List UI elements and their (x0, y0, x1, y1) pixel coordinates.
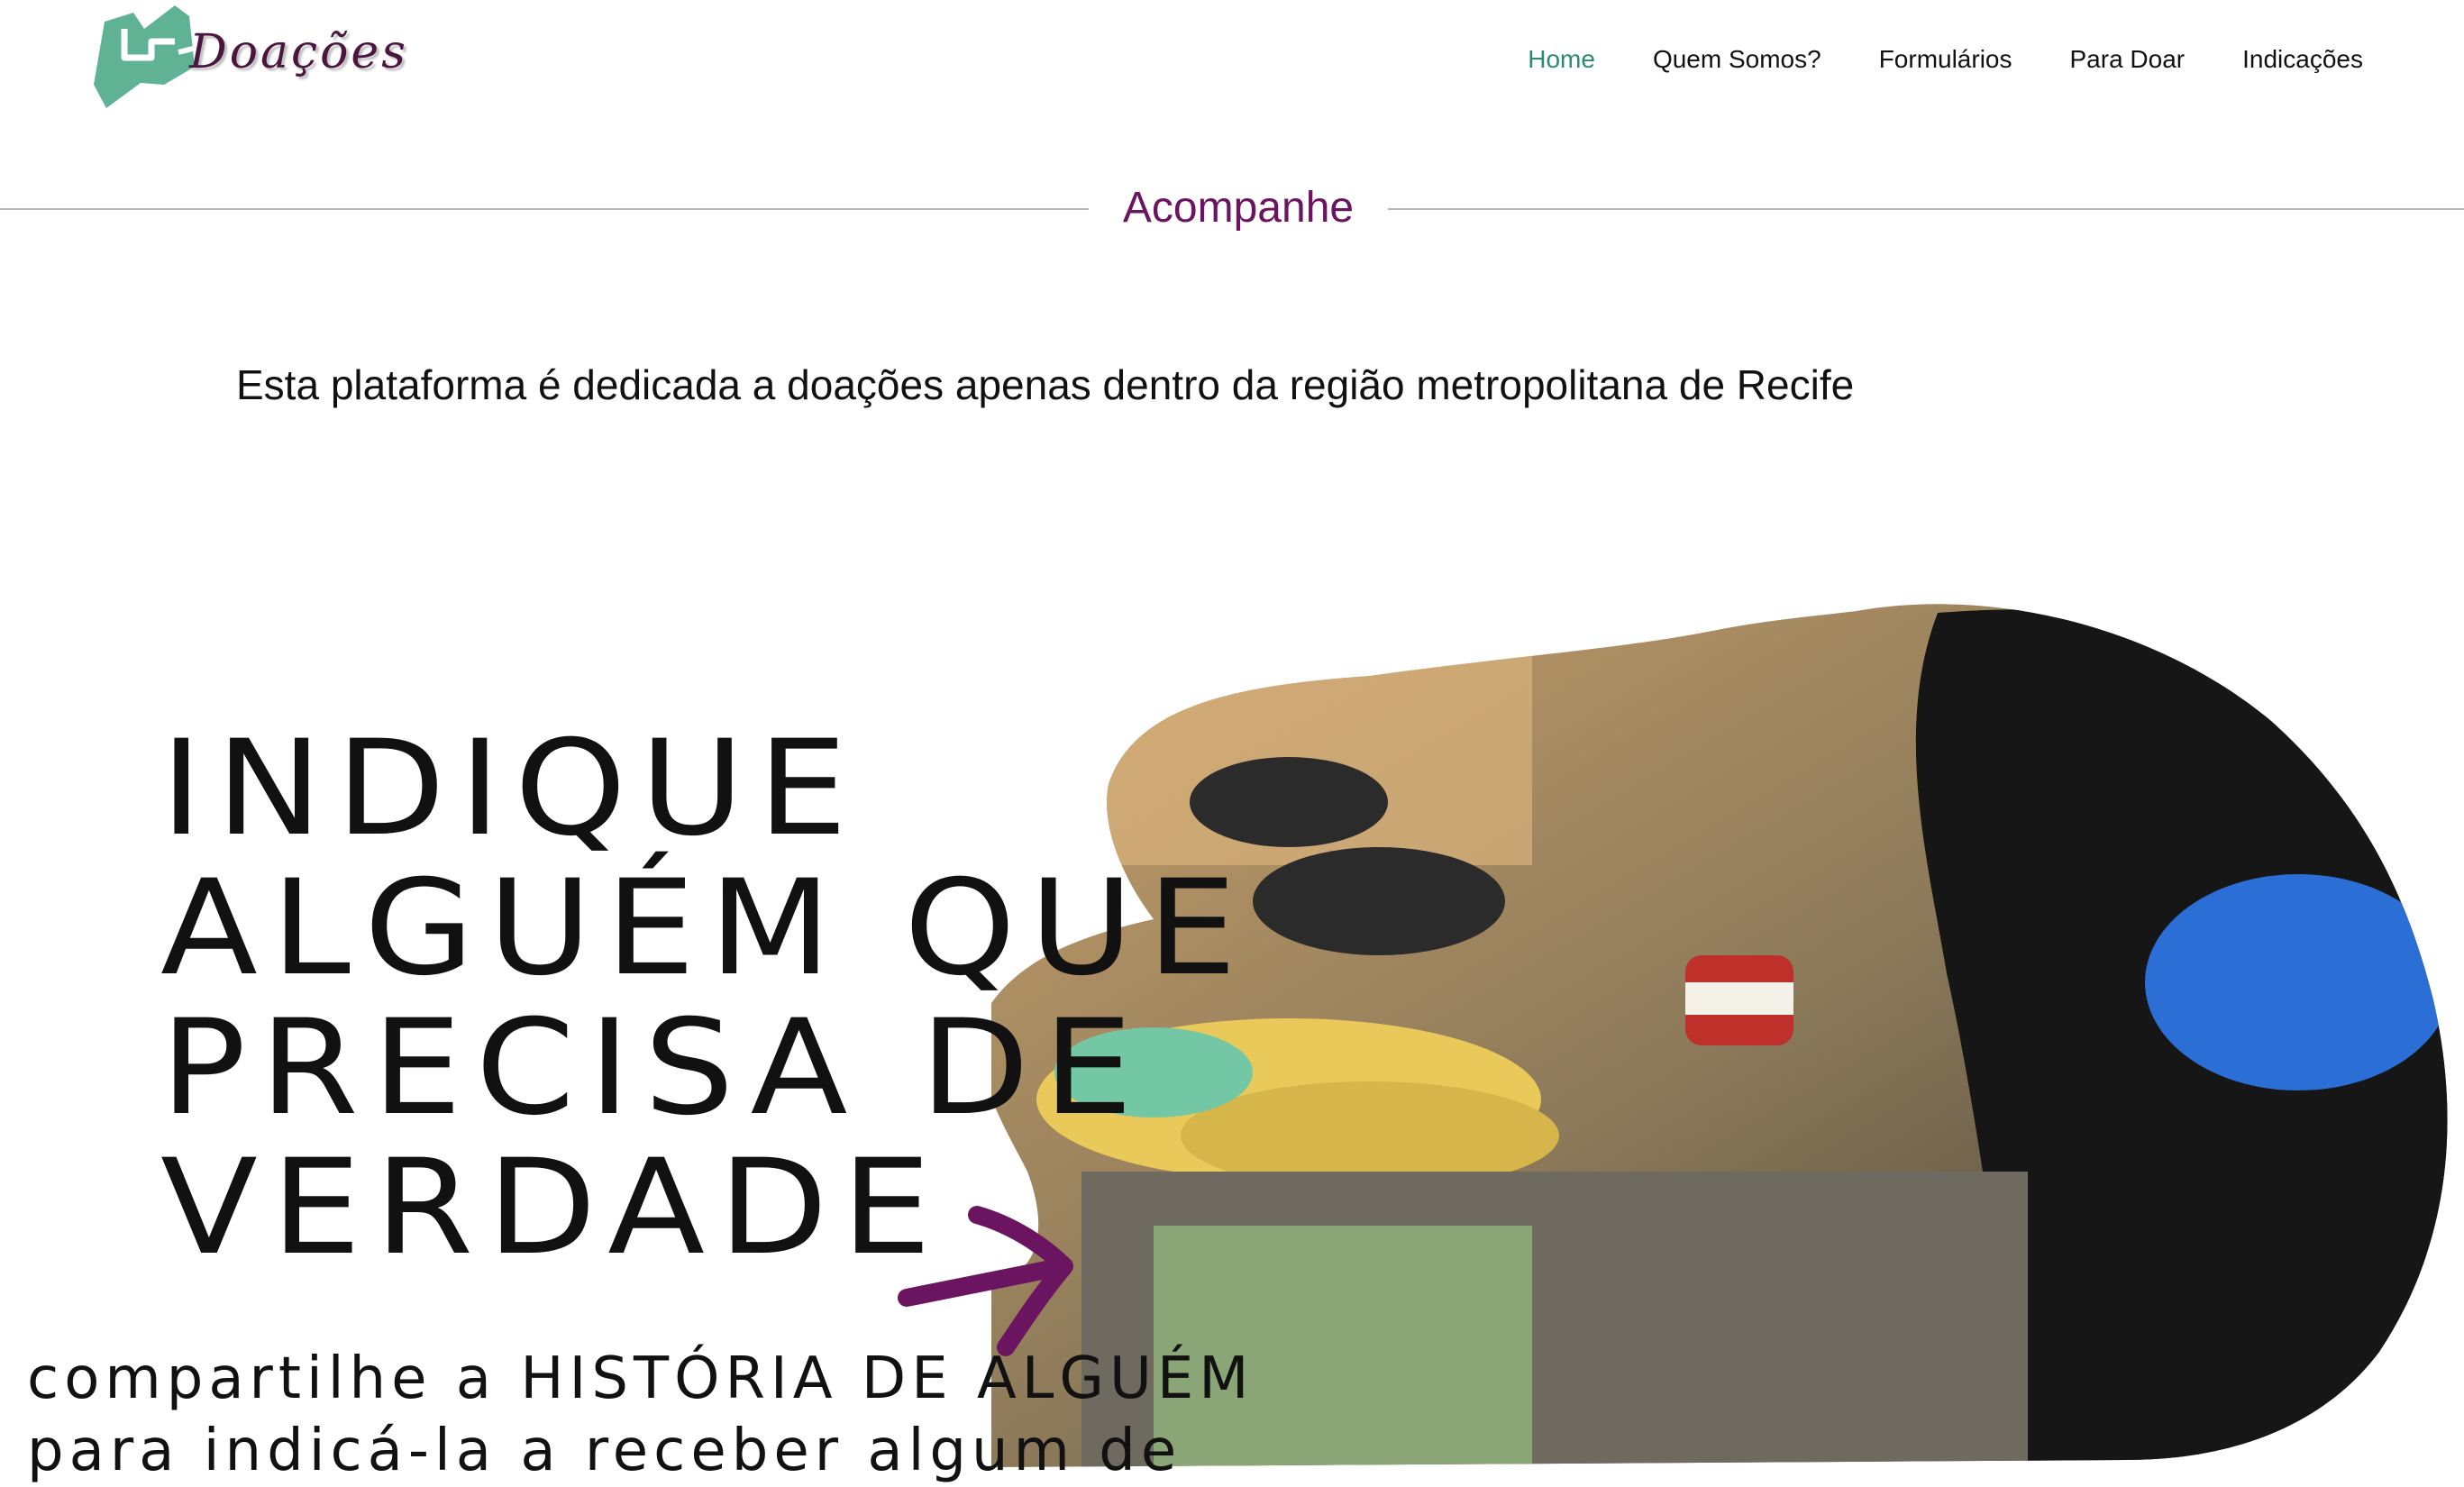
region-notice: Esta plataforma é dedicada a doações ape… (236, 361, 1855, 408)
site-header: Doações Home Quem Somos? Formulários Par… (0, 0, 2464, 135)
divider-right (1388, 208, 2464, 210)
headline-line: PRECISA DE (160, 991, 1147, 1145)
nav-quem-somos[interactable]: Quem Somos? (1653, 45, 1821, 74)
logo[interactable]: Doações (88, 2, 406, 117)
nav-home[interactable]: Home (1528, 45, 1595, 74)
logo-text: Doações (189, 25, 408, 79)
divider-left (0, 208, 1089, 210)
subtext-line: para indicá-la a receber algum de (27, 1418, 1182, 1484)
subtext-line: compartilhe a HISTÓRIA DE ALGUÉM (27, 1346, 1255, 1412)
headline-line: INDIQUE (160, 712, 862, 865)
main-nav: Home Quem Somos? Formulários Para Doar I… (1528, 45, 2363, 74)
arrow-right-icon (898, 1206, 1073, 1356)
hero-headline: INDIQUE ALGUÉM QUE PRECISA DE VERDADE (160, 719, 1250, 1278)
nav-para-doar[interactable]: Para Doar (2070, 45, 2186, 74)
headline-line: ALGUÉM QUE (160, 852, 1251, 1005)
section-title: Acompanhe (1122, 184, 1355, 232)
hero-subtext: compartilhe a HISTÓRIA DE ALGUÉM para in… (27, 1343, 1255, 1487)
nav-indicacoes[interactable]: Indicações (2242, 45, 2363, 74)
nav-formularios[interactable]: Formulários (1879, 45, 2012, 74)
